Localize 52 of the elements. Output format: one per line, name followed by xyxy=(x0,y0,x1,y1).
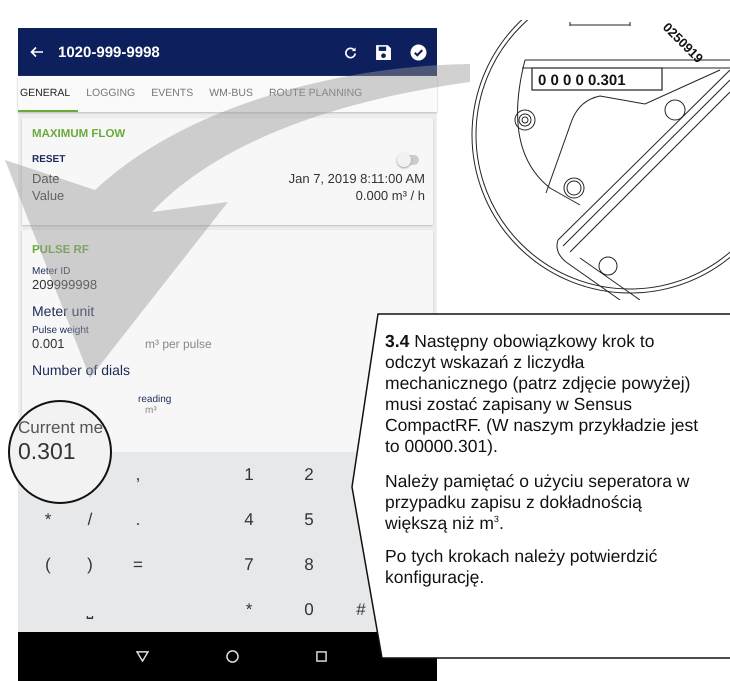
field-label: Date xyxy=(32,171,60,186)
keypad-key[interactable]: 7 xyxy=(241,554,257,576)
screen-title: 1020-999-9998 xyxy=(58,44,160,60)
field-value: 0.000 m³ / h xyxy=(356,188,425,203)
keypad-key[interactable]: ⎵ xyxy=(82,598,98,620)
keypad-key[interactable]: * xyxy=(241,598,257,620)
square-icon[interactable] xyxy=(316,651,327,662)
unit-label: m³ per pulse xyxy=(145,337,212,351)
back-triangle-icon[interactable] xyxy=(136,651,149,662)
home-circle-icon[interactable] xyxy=(226,650,239,663)
refresh-icon[interactable] xyxy=(344,46,357,58)
section-title: PULSE RF xyxy=(32,244,89,256)
keypad-key[interactable]: 1 xyxy=(241,464,257,486)
callout-paragraph: Należy pamiętać o użyciu seperatora w przypadku zapisu z dokładnością większą niż m$^{3}$. xyxy=(385,471,690,534)
keypad-key[interactable]: 5 xyxy=(301,508,317,530)
magnified-value: 0.301 xyxy=(18,438,77,464)
keypad-key[interactable]: * xyxy=(40,508,56,530)
tab[interactable]: LOGGING xyxy=(78,76,144,112)
keypad-key[interactable]: . xyxy=(130,508,146,530)
tab[interactable]: WM-BUS xyxy=(201,76,261,112)
field-value: 209999998 xyxy=(32,277,98,292)
keypad-key[interactable]: 2 xyxy=(301,464,317,486)
check-circle-icon[interactable] xyxy=(410,44,427,60)
keypad-key[interactable]: = xyxy=(130,554,146,576)
tab[interactable]: EVENTS xyxy=(143,76,202,112)
section-title: MAXIMUM FLOW xyxy=(32,128,126,140)
field-label: Value xyxy=(32,188,64,203)
field-value: Jan 7, 2019 8:11:00 AM xyxy=(288,171,425,186)
magnified-label: Current me xyxy=(18,418,104,438)
keypad-key[interactable]: 8 xyxy=(301,554,317,576)
keypad-key[interactable]: # xyxy=(353,598,369,620)
keypad-key[interactable]: 0 xyxy=(301,598,317,620)
keypad-key[interactable]: ( xyxy=(40,554,56,576)
keypad-key[interactable]: / xyxy=(82,508,98,530)
tab[interactable]: GENERAL xyxy=(18,76,78,112)
keypad-key[interactable]: , xyxy=(130,464,146,486)
reset-toggle[interactable] xyxy=(399,154,419,164)
field-label: Pulse weight xyxy=(32,325,89,336)
field-value: 0.001 xyxy=(32,336,66,351)
counter-reading: 0 0 0 0 0.301 xyxy=(538,72,626,89)
keypad-key[interactable]: ) xyxy=(82,554,98,576)
field-label: reading xyxy=(138,394,172,405)
field-label: Number of dials xyxy=(32,362,130,378)
keypad-key[interactable]: 4 xyxy=(241,508,257,530)
unit-label: m³ xyxy=(145,405,157,416)
field-label: Meter unit xyxy=(32,303,94,319)
callout-paragraph: Po tych krokach należy potwierdzić konfigurację. xyxy=(385,546,658,588)
save-icon[interactable] xyxy=(375,44,392,60)
reset-label: RESET xyxy=(32,154,66,165)
field-label: Meter ID xyxy=(32,266,70,277)
callout-paragraph: 3.4 Następny obowiązkowy krok to odczyt wskazań z liczydła mechanicznego (patrz zdjęcie powyżej) musi zostać zapisany w Sensus CompactRF. (W naszym przykładzie jest to 00000.301). xyxy=(385,331,700,457)
back-arrow-icon[interactable] xyxy=(30,45,44,59)
